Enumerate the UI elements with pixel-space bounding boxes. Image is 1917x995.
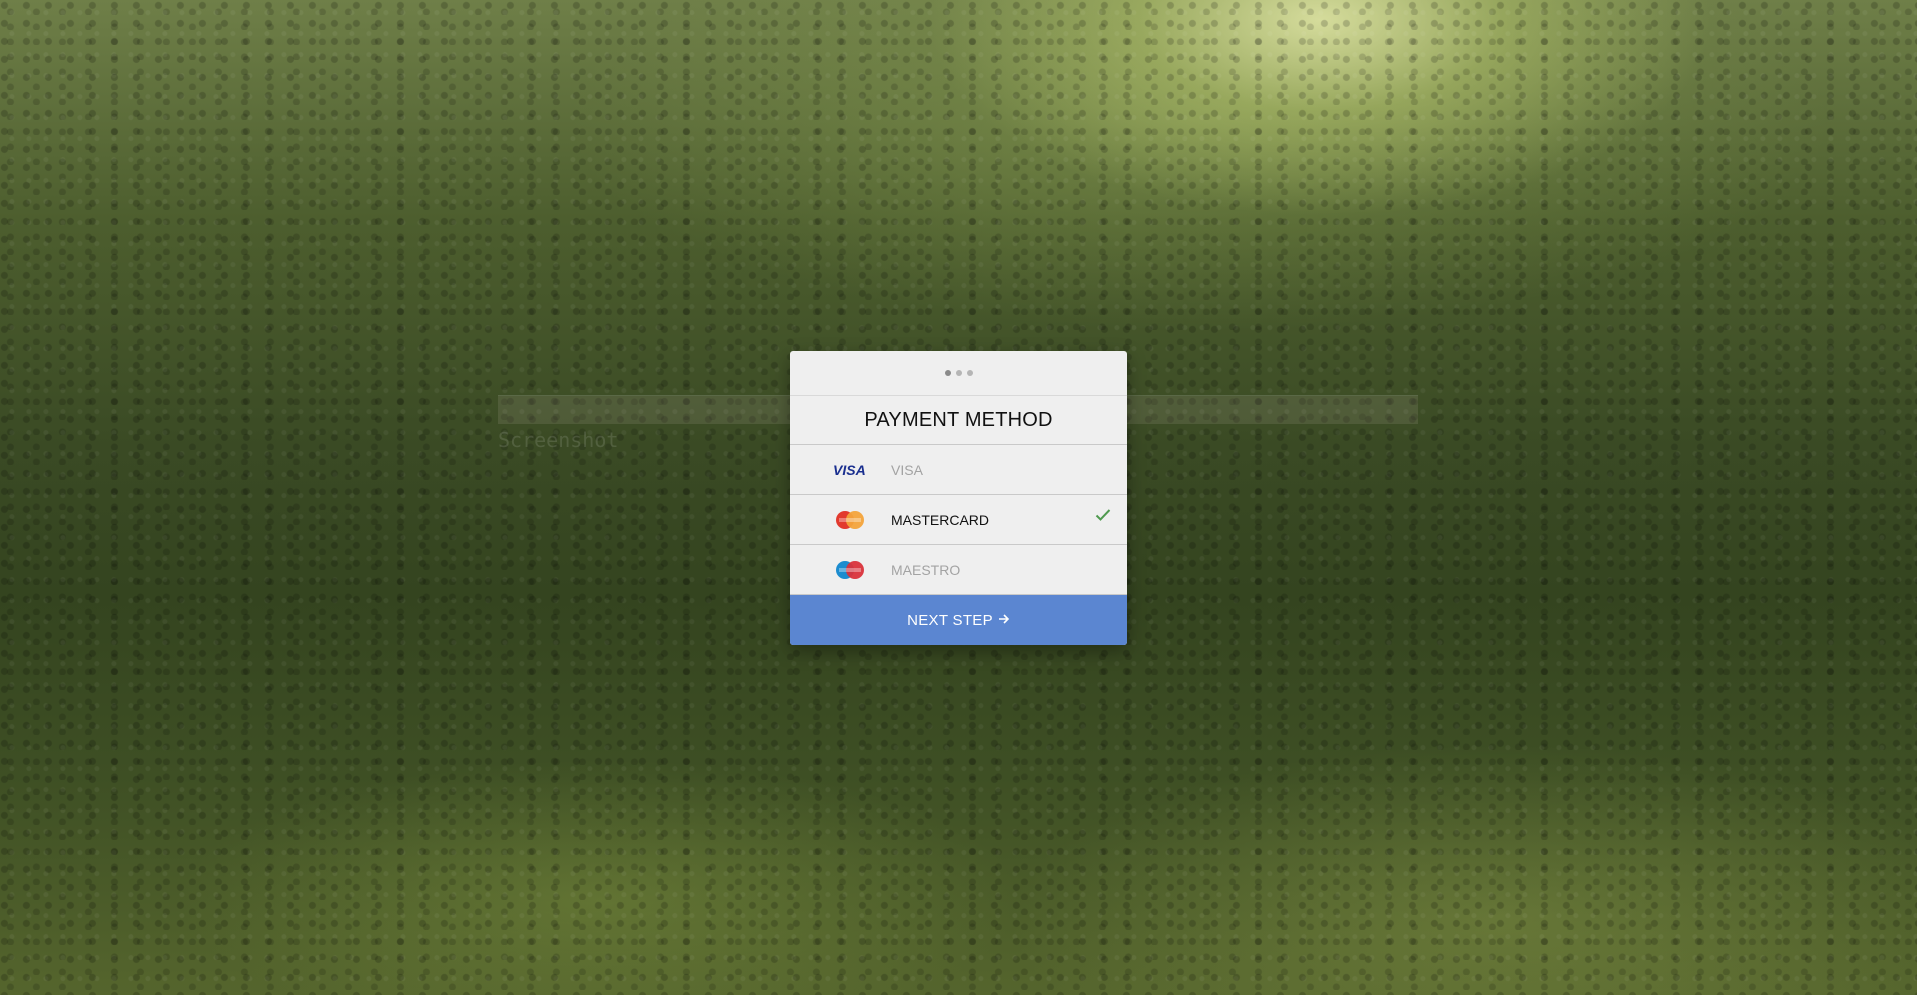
payment-option-mastercard[interactable]: MASTERCARD [790, 495, 1127, 545]
mastercard-logo-icon [833, 509, 867, 531]
step-indicator [790, 351, 1127, 396]
payment-option-label: VISA [891, 461, 923, 478]
ghost-text-line: Screenshot [498, 428, 619, 452]
step-dot-1 [944, 370, 951, 376]
next-step-label: NEXT STEP [907, 611, 993, 629]
payment-option-visa[interactable]: VISA VISA [790, 445, 1127, 495]
payment-option-label: MAESTRO [891, 561, 961, 578]
maestro-logo-icon [833, 559, 867, 581]
svg-text:VISA: VISA [833, 463, 866, 477]
payment-method-card: PAYMENT METHOD VISA VISA MASTERCARD MAES… [790, 351, 1127, 645]
next-step-button[interactable]: NEXT STEP [790, 595, 1127, 645]
payment-option-label: MASTERCARD [891, 511, 990, 528]
arrow-right-icon [998, 612, 1010, 629]
step-dot-3 [966, 370, 973, 376]
visa-logo-icon: VISA [833, 459, 867, 481]
step-dot-2 [955, 370, 962, 376]
card-title: PAYMENT METHOD [790, 396, 1127, 445]
payment-option-maestro[interactable]: MAESTRO [790, 545, 1127, 595]
checkmark-icon [1095, 508, 1111, 527]
